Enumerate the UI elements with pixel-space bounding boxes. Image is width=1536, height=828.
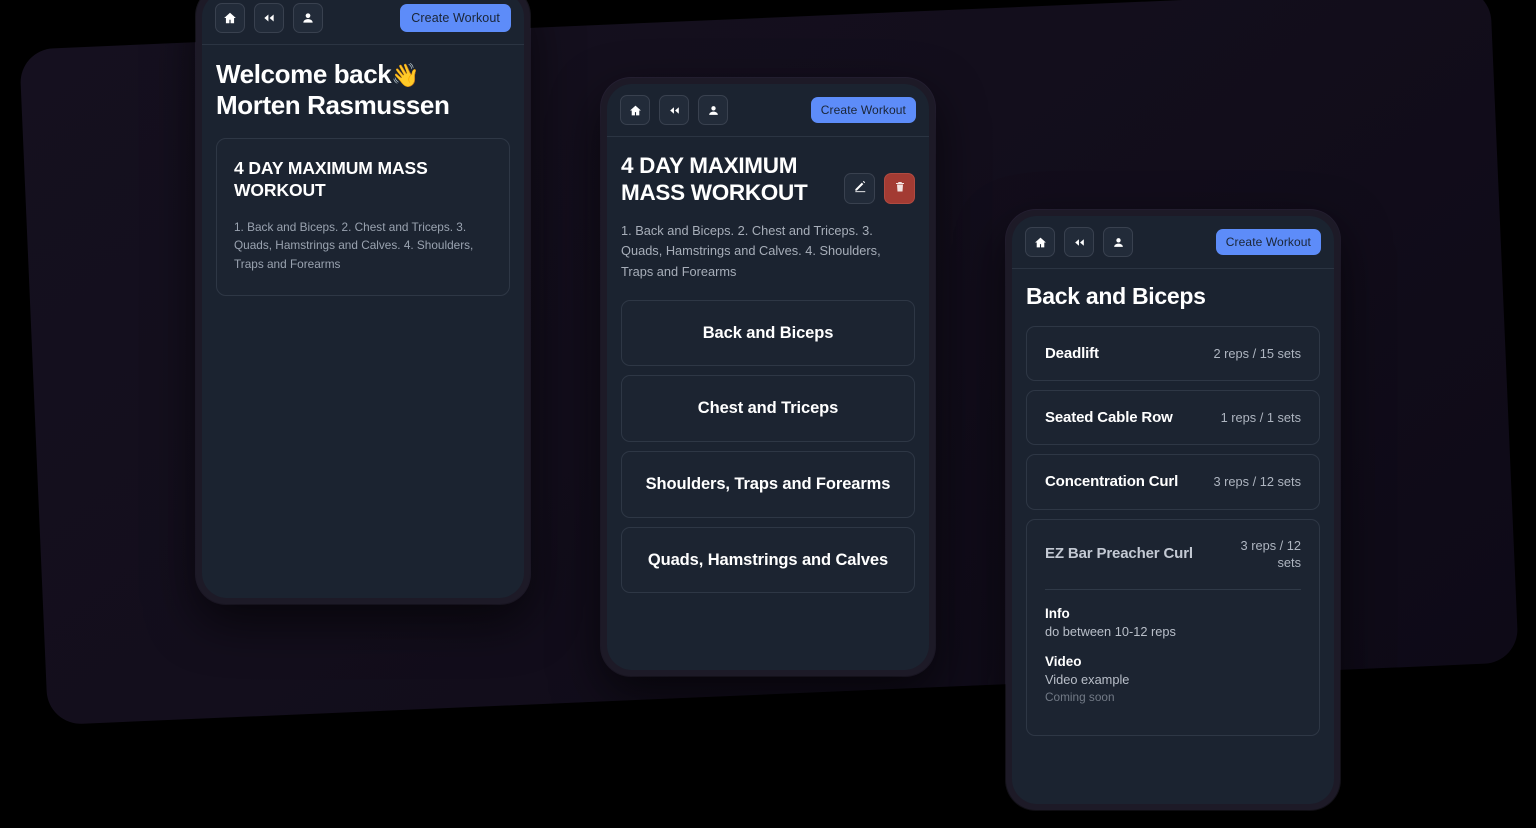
exercise-row: Seated Cable Row 1 reps / 1 sets [1045, 408, 1301, 427]
exercise-name: EZ Bar Preacher Curl [1045, 545, 1193, 563]
rewind-icon [1073, 236, 1086, 249]
exercise-row: EZ Bar Preacher Curl 3 reps / 12 sets [1045, 537, 1301, 572]
person-icon [1112, 236, 1125, 249]
exercise-card-ez-bar-preacher-curl[interactable]: EZ Bar Preacher Curl 3 reps / 12 sets In… [1026, 518, 1320, 737]
rewind-icon [262, 11, 276, 25]
program-title: 4 DAY MAXIMUM MASS WORKOUT [621, 153, 808, 205]
create-workout-button[interactable]: Create Workout [400, 4, 511, 32]
video-label: Video [1045, 654, 1082, 670]
profile-button[interactable] [698, 95, 728, 125]
program-card[interactable]: 4 DAY MAXIMUM MASS WORKOUT 1. Back and B… [216, 138, 510, 296]
video-coming-soon: Coming soon [1045, 690, 1115, 705]
exercise-card-deadlift[interactable]: Deadlift 2 reps / 15 sets [1026, 326, 1320, 382]
navbar: Create Workout [1012, 216, 1334, 269]
home-body: Welcome back👋 Morten Rasmussen 4 DAY MAX… [202, 45, 524, 598]
home-button[interactable] [1025, 227, 1055, 257]
exercise-reps: 3 reps / 12 sets [1213, 474, 1302, 490]
program-description: 1. Back and Biceps. 2. Chest and Triceps… [621, 223, 881, 279]
day-title: Back and Biceps [1026, 283, 1206, 309]
rewind-button[interactable] [1064, 227, 1094, 257]
trash-icon [894, 180, 906, 198]
home-icon [1034, 236, 1047, 249]
exercise-row: Concentration Curl 3 reps / 12 sets [1045, 472, 1301, 491]
profile-button[interactable] [1103, 227, 1133, 257]
screenshot-stage: Create Workout Welcome back👋 Morten Rasm… [0, 0, 1536, 828]
edit-program-button[interactable] [844, 173, 875, 204]
day-button-back-and-biceps[interactable]: Back and Biceps [621, 299, 915, 367]
exercise-row: Deadlift 2 reps / 15 sets [1045, 344, 1301, 363]
video-value: Video example [1045, 672, 1130, 688]
phone-device-exercises: Create Workout Back and Biceps Deadlift … [1006, 210, 1340, 810]
rewind-button[interactable] [659, 95, 689, 125]
phone-screen-exercises: Create Workout Back and Biceps Deadlift … [1012, 216, 1334, 804]
person-icon [301, 11, 315, 25]
home-button[interactable] [620, 95, 650, 125]
delete-program-button[interactable] [884, 173, 915, 204]
navbar: Create Workout [202, 0, 524, 45]
welcome-line-1: Welcome back [216, 59, 392, 89]
rewind-button[interactable] [254, 3, 284, 33]
pencil-icon [853, 179, 867, 198]
waving-hand-icon: 👋 [391, 62, 420, 88]
program-actions [844, 151, 915, 204]
day-button-shoulders-traps-forearms[interactable]: Shoulders, Traps and Forearms [621, 451, 915, 518]
program-card-title: 4 DAY MAXIMUM MASS WORKOUT [234, 158, 428, 200]
phone-device-program: Create Workout 4 DAY MAXIMUM MASS WORKOU… [601, 78, 935, 676]
phone-device-home: Create Workout Welcome back👋 Morten Rasm… [196, 0, 530, 604]
create-workout-button[interactable]: Create Workout [810, 97, 916, 123]
day-button-chest-and-triceps[interactable]: Chest and Triceps [621, 375, 915, 442]
exercise-divider [1045, 589, 1301, 591]
exercise-name: Seated Cable Row [1045, 409, 1173, 427]
person-icon [707, 104, 720, 117]
day-button-quads-hamstrings-calves[interactable]: Quads, Hamstrings and Calves [621, 526, 915, 594]
exercise-name: Deadlift [1045, 345, 1099, 362]
info-label: Info [1045, 606, 1070, 622]
day-list: Back and Biceps Chest and Triceps Should… [621, 299, 915, 594]
info-value: do between 10-12 reps [1045, 624, 1176, 640]
exercise-name: Concentration Curl [1045, 473, 1179, 491]
phone-screen-home: Create Workout Welcome back👋 Morten Rasm… [202, 0, 524, 598]
navbar: Create Workout [607, 84, 929, 137]
exercise-card-concentration-curl[interactable]: Concentration Curl 3 reps / 12 sets [1026, 454, 1320, 510]
welcome-heading: Welcome back👋 Morten Rasmussen [216, 59, 510, 121]
rewind-icon [668, 104, 681, 117]
exercises-body: Back and Biceps Deadlift 2 reps / 15 set… [1012, 269, 1334, 804]
home-icon [629, 104, 642, 117]
phone-screen-program: Create Workout 4 DAY MAXIMUM MASS WORKOU… [607, 84, 929, 670]
exercise-card-seated-cable-row[interactable]: Seated Cable Row 1 reps / 1 sets [1026, 390, 1320, 446]
program-header: 4 DAY MAXIMUM MASS WORKOUT [621, 151, 915, 206]
profile-button[interactable] [293, 3, 323, 33]
create-workout-button[interactable]: Create Workout [1215, 229, 1321, 255]
exercise-reps: 1 reps / 1 sets [1220, 410, 1301, 426]
program-card-description: 1. Back and Biceps. 2. Chest and Triceps… [234, 220, 474, 271]
home-button[interactable] [215, 3, 245, 33]
exercise-reps: 3 reps / 12 sets [1240, 537, 1301, 570]
home-icon [223, 11, 237, 25]
welcome-line-2: Morten Rasmussen [216, 90, 450, 121]
program-body: 4 DAY MAXIMUM MASS WORKOUT 1. Back and B… [607, 137, 929, 670]
exercise-reps: 2 reps / 15 sets [1213, 345, 1302, 361]
